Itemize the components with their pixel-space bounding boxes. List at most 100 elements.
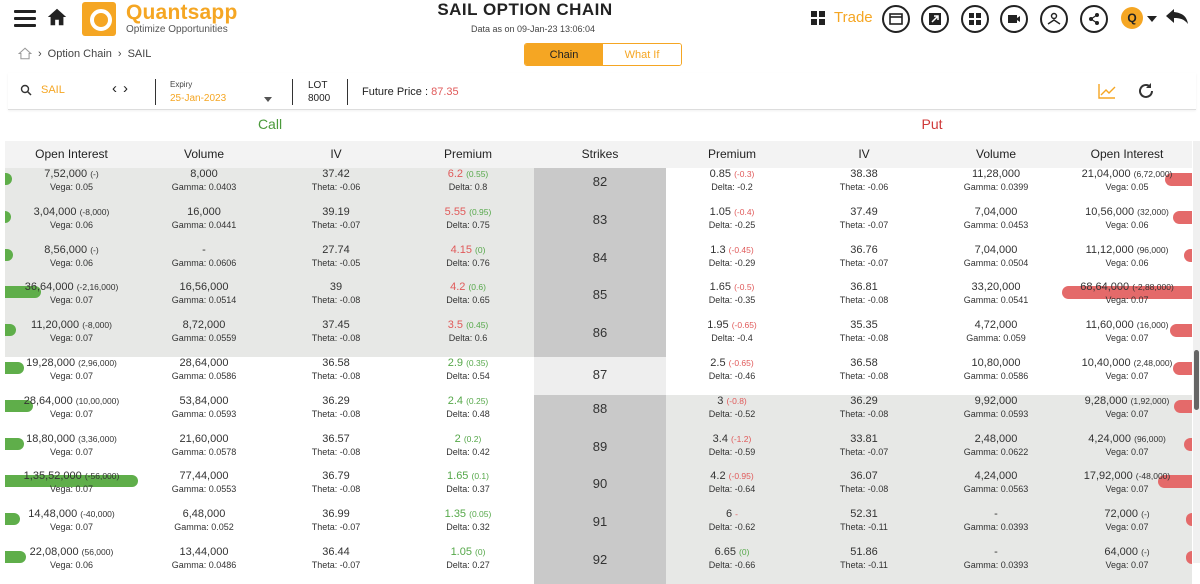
table-row[interactable]: 8,56,000 (-) Vega: 0.06- Gamma: 0.0606 27.7… [5,243,1192,282]
call-iv: 27.74 [322,243,350,256]
chart-icon[interactable] [1098,83,1116,99]
apps-grid-icon[interactable] [810,10,826,26]
put-vega: Vega: 0.07 [1105,371,1149,381]
col-put-volume[interactable]: Volume [930,147,1062,161]
expand-button[interactable] [921,5,949,33]
trade-link[interactable]: Trade [834,9,873,26]
chevron-down-icon[interactable] [264,97,272,102]
refresh-icon[interactable] [1136,81,1156,101]
expiry-select[interactable]: 25-Jan-2023 [170,93,226,104]
col-call-iv[interactable]: IV [270,147,402,161]
col-strikes[interactable]: Strikes [534,147,666,161]
put-premium[interactable]: 1.3 (-0.45) [666,244,798,256]
put-premium[interactable]: 1.05 (-0.4) [666,206,798,218]
table-row[interactable]: 28,64,000 (10,00,000) Vega: 0.07 53,84,000… [5,394,1192,433]
table-row[interactable]: 19,28,000 (2,96,000) Vega: 0.07 28,64,000 G… [5,357,1192,395]
call-premium[interactable]: 3.5 (0.45) [402,319,534,331]
call-oi: 8,56,000 (-) [5,244,138,256]
tab-chain[interactable]: Chain [525,44,603,65]
call-premium[interactable]: 2.9 (0.35) [402,357,534,369]
table-row[interactable]: 11,20,000 (-8,000) Vega: 0.07 8,72,000 Gamm… [5,319,1192,358]
education-button[interactable] [1040,5,1068,33]
call-delta: Delta: 0.8 [448,182,488,192]
back-arrow-icon[interactable] [1164,6,1190,28]
put-premium[interactable]: 1.95 (-0.65) [666,319,798,331]
put-premium[interactable]: 0.85 (-0.3) [666,168,798,180]
put-premium[interactable]: 6 - [666,508,798,520]
table-row[interactable]: 7,52,000 (-) Vega: 0.05 8,000 Gamma: 0.0403… [5,168,1192,206]
symbol-input[interactable]: SAIL [41,84,65,96]
call-oi-change: (-) [90,244,99,255]
video-button[interactable] [1000,5,1028,33]
put-oi-change: (2,48,000) [1133,358,1173,368]
put-premium[interactable]: 3 (-0.8) [666,395,798,407]
table-row[interactable]: 22,08,000 (56,000) Vega: 0.06 13,44,000 Gam… [5,546,1192,584]
home-outline-icon[interactable] [18,47,32,60]
col-put-premium[interactable]: Premium [666,147,798,161]
call-premium[interactable]: 1.05 (0) [402,546,534,558]
call-premium[interactable]: 2.4 (0.25) [402,395,534,407]
table-row[interactable]: 3,04,000 (-8,000) Vega: 0.06 16,000 Gamma: … [5,205,1192,244]
tab-what-if[interactable]: What If [603,44,681,65]
table-row[interactable]: 1,35,52,000 (-56,000) Vega: 0.07 77,44,000… [5,470,1192,509]
col-put-open-interest[interactable]: Open Interest [1062,147,1192,161]
call-premium[interactable]: 4.2 (0.6) [402,281,534,293]
put-oi-change: (6,72,000) [1133,169,1173,179]
call-vega: Vega: 0.07 [49,522,94,533]
chevron-left-icon[interactable]: ‹ [112,80,123,97]
dashboard-button[interactable] [961,5,989,33]
put-vega: Vega: 0.07 [1105,484,1149,495]
call-premium[interactable]: 1.35 (0.05) [402,508,534,520]
put-oi-change: (32,000) [1137,206,1169,217]
call-oi-value: 28,64,000 [23,394,73,407]
breadcrumb-option-chain[interactable]: Option Chain [48,48,112,60]
put-oi-value: 21,04,000 [1081,168,1131,180]
put-premium[interactable]: 6.65 (0) [666,546,798,558]
put-delta: Delta: -0.64 [708,484,756,495]
put-iv: 35.35 [850,319,878,332]
call-vega: Vega: 0.05 [49,182,94,192]
divider [155,79,156,105]
chevron-down-icon[interactable] [1147,16,1157,22]
table-row[interactable]: 18,80,000 (3,36,000) Vega: 0.07 21,60,000 G… [5,432,1192,471]
put-iv: 37.49 [850,205,878,218]
call-premium[interactable]: 5.55 (0.95) [402,206,534,218]
home-icon[interactable] [46,6,68,28]
call-premium-change: (0.25) [466,395,489,406]
put-premium[interactable]: 1.65 (-0.5) [666,281,798,293]
table-row[interactable]: 14,48,000 (-40,000) Vega: 0.07 6,48,000 Gam… [5,508,1192,547]
symbol-nav: ‹› [112,80,134,97]
dashboard-icon [969,13,981,25]
call-premium[interactable]: 6.2 (0.55) [402,168,534,180]
table-row[interactable]: 36,64,000 (-2,16,000) Vega: 0.07 16,56,000… [5,281,1192,320]
call-premium[interactable]: 4.15 (0) [402,244,534,256]
put-premium[interactable]: 4.2 (-0.95) [666,470,798,482]
share-button[interactable] [1080,5,1108,33]
put-oi: 4,24,000 (96,000) [1062,433,1192,445]
strike-price: 89 [592,438,608,454]
call-oi: 7,52,000 (-) [5,168,138,180]
menu-icon[interactable] [14,10,36,27]
col-call-premium[interactable]: Premium [402,147,534,161]
put-theta: Theta: -0.11 [840,560,888,570]
call-premium[interactable]: 1.65 (0.1) [402,470,534,482]
call-premium[interactable]: 2 (0.2) [402,433,534,445]
put-premium-value: 3.4 [712,432,728,445]
put-premium[interactable]: 3.4 (-1.2) [666,433,798,445]
window-button[interactable] [882,5,910,33]
put-premium[interactable]: 2.5 (-0.65) [666,357,798,369]
call-volume: 6,48,000 [182,508,226,521]
put-oi-value: 17,92,000 [1083,470,1133,483]
chevron-right-icon[interactable]: › [123,80,134,97]
brand-logo[interactable]: Quantsapp Optimize Opportunities [82,1,242,36]
call-gamma: Gamma: 0.0441 [171,219,237,230]
put-premium-value: 3 [717,394,724,407]
avatar[interactable]: Q [1121,7,1143,29]
col-call-open-interest[interactable]: Open Interest [5,147,138,161]
col-put-iv[interactable]: IV [798,147,930,161]
call-theta: Theta: -0.08 [311,371,361,381]
search-icon [20,84,32,96]
col-call-volume[interactable]: Volume [138,147,270,161]
call-premium-change: (0.55) [466,169,489,179]
scrollbar-thumb[interactable] [1194,350,1199,410]
